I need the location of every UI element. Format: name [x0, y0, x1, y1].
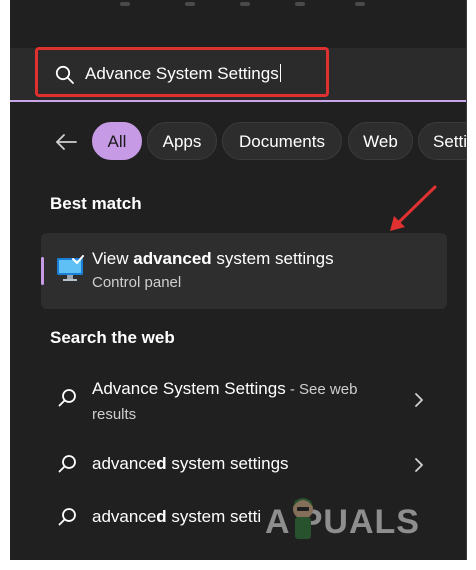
best-match-subtitle: Control panel — [92, 274, 182, 291]
filter-chip-documents[interactable]: Documents — [222, 122, 342, 160]
web-result-text: advanced system settings — [92, 454, 289, 473]
web-result-1[interactable]: Advance System Settings - See web result… — [41, 370, 447, 430]
chevron-right-icon — [415, 393, 423, 407]
filter-chip-web[interactable]: Web — [348, 122, 413, 160]
red-pointer-arrow — [390, 185, 437, 231]
best-match-heading: Best match — [50, 194, 142, 213]
search-web-heading: Search the web — [50, 328, 175, 347]
search-icon — [58, 455, 76, 473]
search-panel: Advance System Settings All Apps Documen… — [10, 0, 467, 560]
appuals-watermark: A PUALS — [265, 495, 465, 545]
web-result-note: results — [92, 406, 137, 423]
monitor-settings-icon — [57, 255, 84, 281]
back-arrow-icon[interactable] — [54, 132, 78, 152]
filter-chip-apps[interactable]: Apps — [147, 122, 217, 160]
filter-bar: All Apps Documents Web Setti — [10, 122, 466, 162]
best-match-title: View advanced system settings — [92, 249, 334, 268]
search-icon — [58, 508, 76, 526]
filter-chip-settings[interactable]: Setti — [418, 122, 466, 160]
web-result-2[interactable]: advanced system settings — [41, 443, 447, 487]
best-match-result[interactable]: View advanced system settings Control pa… — [41, 233, 447, 309]
search-icon — [58, 389, 76, 407]
filter-chip-all[interactable]: All — [92, 122, 142, 160]
top-edge-decoration — [10, 0, 466, 10]
chevron-right-icon — [415, 458, 423, 472]
search-highlight-box — [35, 47, 329, 97]
selection-indicator — [41, 257, 44, 285]
watermark-mascot-icon — [293, 498, 313, 539]
web-result-text: Advance System Settings - See web — [92, 379, 358, 398]
web-result-text: advanced system setti — [92, 507, 262, 526]
